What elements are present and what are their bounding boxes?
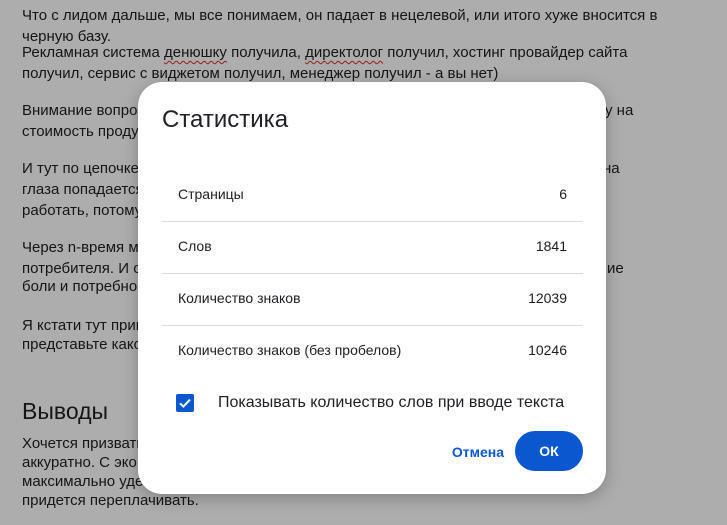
stat-value: 6 (559, 186, 567, 202)
stat-label: Слов (178, 238, 212, 254)
show-word-count-label[interactable]: Показывать количество слов при вводе тек… (218, 394, 564, 412)
stat-row-words: Слов 1841 (162, 222, 583, 274)
stat-label: Количество знаков (178, 290, 301, 306)
stat-label: Страницы (178, 186, 244, 202)
checkmark-icon (179, 398, 191, 409)
ok-button[interactable]: ОК (515, 431, 583, 471)
stat-row-characters: Количество знаков 12039 (162, 274, 583, 326)
stat-row-pages: Страницы 6 (162, 170, 583, 222)
dialog-title: Статистика (162, 106, 289, 133)
stat-row-characters-no-spaces: Количество знаков (без пробелов) 10246 (162, 326, 583, 377)
show-word-count-checkbox[interactable] (176, 394, 194, 412)
word-count-dialog: Статистика Страницы 6 Слов 1841 Количест… (138, 82, 606, 494)
stat-value: 1841 (535, 238, 567, 254)
stat-value: 12039 (528, 290, 567, 306)
stat-value: 10246 (528, 342, 567, 358)
stat-label: Количество знаков (без пробелов) (178, 342, 402, 358)
cancel-button[interactable]: Отмена (428, 432, 528, 472)
stats-table: Страницы 6 Слов 1841 Количество знаков 1… (162, 170, 583, 377)
show-word-count-option[interactable]: Показывать количество слов при вводе тек… (176, 393, 564, 413)
